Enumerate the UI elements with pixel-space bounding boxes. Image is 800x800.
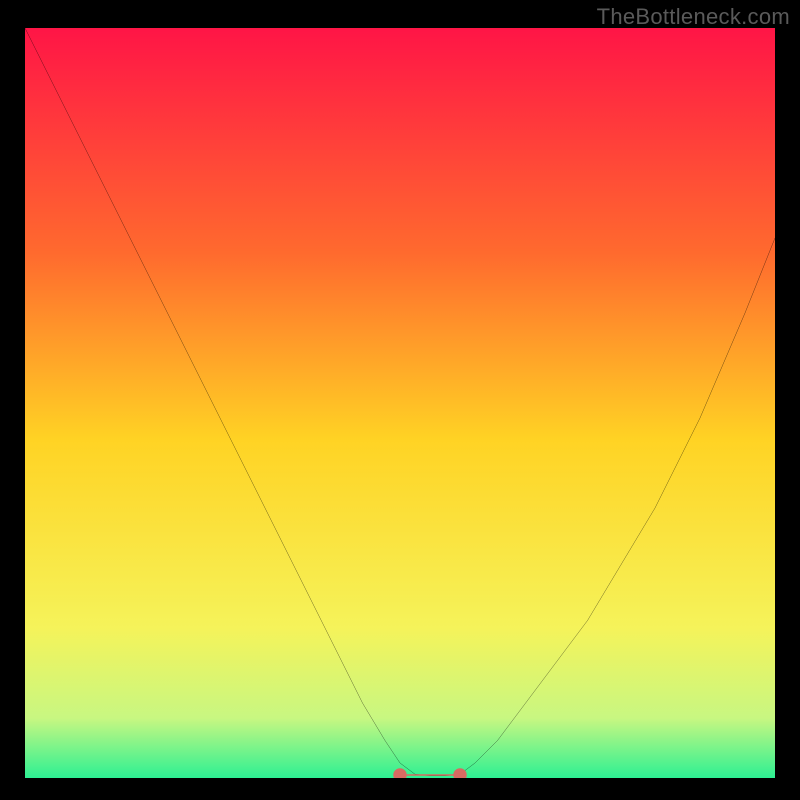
bottleneck-chart xyxy=(25,28,775,778)
gradient-background xyxy=(25,28,775,778)
chart-frame: TheBottleneck.com xyxy=(0,0,800,800)
plot-area xyxy=(25,28,775,778)
watermark-text: TheBottleneck.com xyxy=(597,4,790,30)
